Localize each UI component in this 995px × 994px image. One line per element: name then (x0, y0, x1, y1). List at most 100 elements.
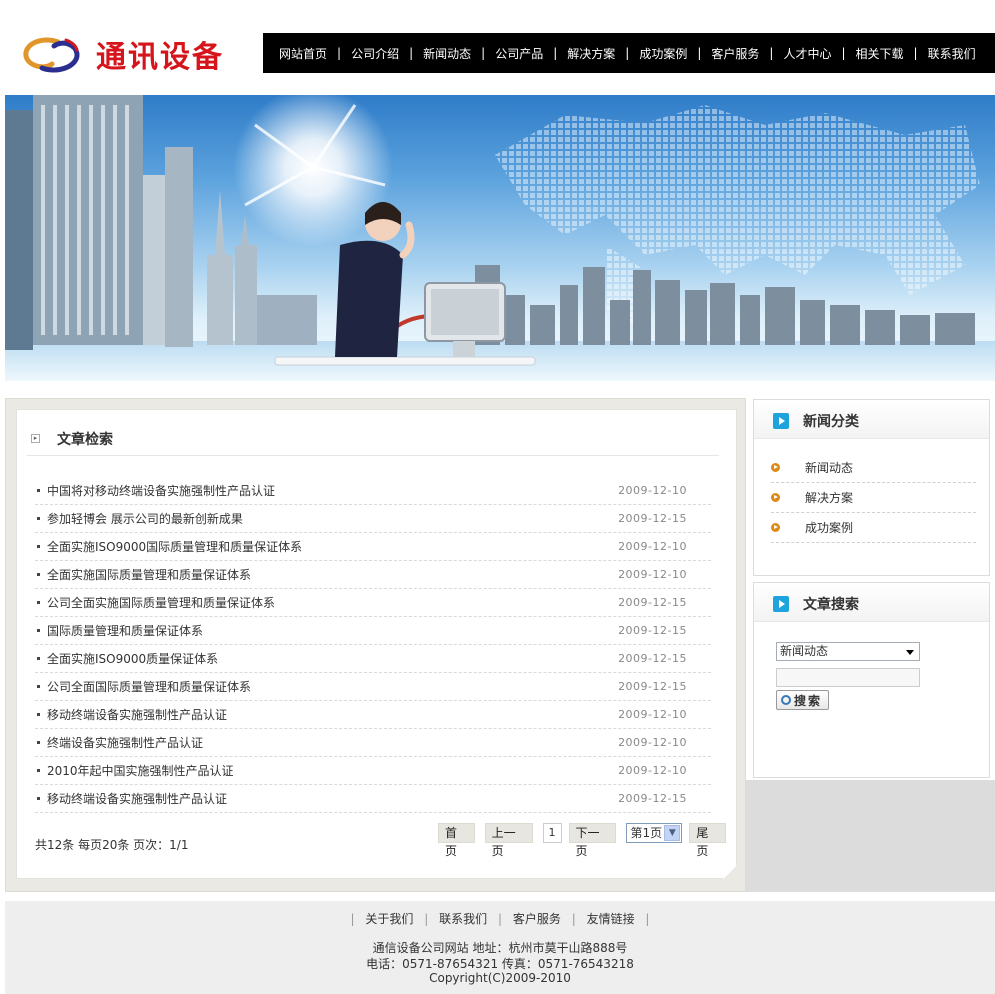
article-date: 2009-12-10 (618, 708, 687, 721)
article-search-panel: ▸ 文章检索 中国将对移动终端设备实施强制性产品认证 2009-12-10 参加… (5, 398, 746, 892)
company-logo[interactable] (22, 30, 82, 80)
article-link[interactable]: 国际质量管理和质量保证体系 (47, 622, 203, 639)
footer-link-friends[interactable]: 友情链接 (587, 912, 635, 926)
list-item: 公司全面国际质量管理和质量保证体系 2009-12-15 (35, 673, 711, 701)
article-date: 2009-12-10 (618, 540, 687, 553)
article-date: 2009-12-15 (618, 652, 687, 665)
article-search-header: 文章搜索 (754, 583, 989, 622)
list-item: 移动终端设备实施强制性产品认证 2009-12-10 (35, 701, 711, 729)
footer-link-about[interactable]: 关于我们 (365, 912, 413, 926)
footer-link-service[interactable]: 客户服务 (513, 912, 561, 926)
article-date: 2009-12-10 (618, 764, 687, 777)
article-date: 2009-12-15 (618, 680, 687, 693)
list-item: 全面实施国际质量管理和质量保证体系 2009-12-10 (35, 561, 711, 589)
nav-cases[interactable]: 成功案例 (629, 45, 697, 62)
nav-contact[interactable]: 联系我们 (918, 45, 986, 62)
article-link[interactable]: 参加轻博会 展示公司的最新创新成果 (47, 510, 243, 527)
article-link[interactable]: 公司全面国际质量管理和质量保证体系 (47, 678, 251, 695)
nav-about[interactable]: 公司介绍 (341, 45, 409, 62)
bullet-icon (37, 713, 40, 716)
panel-title: 文章检索 (57, 432, 113, 448)
category-item[interactable]: 解决方案 (771, 483, 976, 513)
banner-illustration (5, 95, 995, 381)
article-link[interactable]: 全面实施国际质量管理和质量保证体系 (47, 566, 251, 583)
bullet-icon (37, 573, 40, 576)
search-button[interactable]: 搜索 (776, 690, 829, 710)
article-link[interactable]: 终端设备实施强制性产品认证 (47, 734, 203, 751)
nav-downloads[interactable]: 相关下载 (846, 45, 914, 62)
nav-products[interactable]: 公司产品 (485, 45, 553, 62)
article-link[interactable]: 移动终端设备实施强制性产品认证 (47, 706, 227, 723)
footer-separator: | (350, 912, 355, 926)
article-date: 2009-12-15 (618, 624, 687, 637)
nav-home[interactable]: 网站首页 (269, 45, 337, 62)
article-date: 2009-12-15 (618, 512, 687, 525)
footer-address: 通信设备公司网站 地址：杭州市莫干山路888号 (372, 941, 628, 955)
play-icon (773, 413, 789, 429)
arrow-bullet-icon (771, 523, 780, 532)
hero-banner (5, 95, 995, 381)
article-link[interactable]: 中国将对移动终端设备实施强制性产品认证 (47, 482, 275, 499)
search-icon (781, 695, 791, 705)
list-item: 国际质量管理和质量保证体系 2009-12-15 (35, 617, 711, 645)
pagination-summary: 共12条 每页20条 页次：1/1 (35, 838, 189, 852)
sidebar-background (746, 780, 995, 892)
article-date: 2009-12-10 (618, 736, 687, 749)
news-category-title: 新闻分类 (803, 414, 859, 430)
article-list: 中国将对移动终端设备实施强制性产品认证 2009-12-10 参加轻博会 展示公… (35, 477, 711, 813)
bullet-icon (37, 489, 40, 492)
category-item[interactable]: 新闻动态 (771, 453, 976, 483)
list-item: 全面实施ISO9000质量保证体系 2009-12-15 (35, 645, 711, 673)
bullet-icon (37, 545, 40, 548)
square-bullet-icon: ▸ (31, 434, 40, 443)
footer-link-contact[interactable]: 联系我们 (439, 912, 487, 926)
list-item: 中国将对移动终端设备实施强制性产品认证 2009-12-10 (35, 477, 711, 505)
search-input[interactable] (776, 668, 920, 687)
main-nav: 网站首页 | 公司介绍 | 新闻动态 | 公司产品 | 解决方案 | 成功案例 … (263, 33, 995, 73)
nav-careers[interactable]: 人才中心 (773, 45, 841, 62)
article-search-title: 文章搜索 (803, 597, 859, 613)
current-page-number[interactable]: 1 (542, 823, 562, 843)
site-footer: | 关于我们 | 联系我们 | 客户服务 | 友情链接 | 通信设备公司网站 地… (5, 901, 995, 994)
category-link[interactable]: 解决方案 (805, 489, 853, 506)
list-item: 全面实施ISO9000国际质量管理和质量保证体系 2009-12-10 (35, 533, 711, 561)
bullet-icon (37, 657, 40, 660)
article-link[interactable]: 2010年起中国实施强制性产品认证 (47, 762, 234, 779)
bullet-icon (37, 601, 40, 604)
pagination: 首页 上一页 1 下一页 第1页 ▼ 尾页 (438, 823, 736, 858)
article-date: 2009-12-15 (618, 596, 687, 609)
bullet-icon (37, 685, 40, 688)
footer-separator: | (497, 912, 503, 926)
article-link[interactable]: 全面实施ISO9000质量保证体系 (47, 650, 218, 667)
list-item: 公司全面实施国际质量管理和质量保证体系 2009-12-15 (35, 589, 711, 617)
news-category-box: 新闻分类 新闻动态 解决方案 成功案例 (753, 399, 990, 576)
list-item: 参加轻博会 展示公司的最新创新成果 2009-12-15 (35, 505, 711, 533)
bullet-icon (37, 797, 40, 800)
article-link[interactable]: 移动终端设备实施强制性产品认证 (47, 790, 227, 807)
site-header: 通讯设备 网站首页 | 公司介绍 | 新闻动态 | 公司产品 | 解决方案 | … (0, 0, 995, 95)
last-page-button[interactable]: 尾页 (689, 823, 726, 858)
panel-header: ▸ 文章检索 (27, 418, 719, 456)
footer-separator: | (571, 912, 576, 926)
next-page-button[interactable]: 下一页 (568, 823, 617, 858)
nav-service[interactable]: 客户服务 (701, 45, 769, 62)
nav-news[interactable]: 新闻动态 (413, 45, 481, 62)
article-date: 2009-12-10 (618, 568, 687, 581)
nav-solutions[interactable]: 解决方案 (557, 45, 625, 62)
article-date: 2009-12-10 (618, 484, 687, 497)
article-link[interactable]: 全面实施ISO9000国际质量管理和质量保证体系 (47, 538, 302, 555)
category-item[interactable]: 成功案例 (771, 513, 976, 543)
dropdown-arrow-icon[interactable] (906, 650, 914, 655)
bullet-icon (37, 769, 40, 772)
category-link[interactable]: 新闻动态 (805, 459, 853, 476)
prev-page-button[interactable]: 上一页 (484, 823, 533, 858)
article-link[interactable]: 公司全面实施国际质量管理和质量保证体系 (47, 594, 275, 611)
page-select[interactable]: 第1页 ▼ (626, 823, 683, 843)
search-category-select[interactable]: 新闻动态 (776, 642, 920, 661)
list-item: 终端设备实施强制性产品认证 2009-12-10 (35, 729, 711, 757)
footer-separator: | (424, 912, 429, 926)
footer-phone: 电话：0571-87654321 传真：0571-76543218 (366, 957, 634, 971)
category-link[interactable]: 成功案例 (805, 519, 853, 536)
chevron-down-icon[interactable]: ▼ (664, 825, 681, 841)
first-page-button[interactable]: 首页 (438, 823, 475, 858)
